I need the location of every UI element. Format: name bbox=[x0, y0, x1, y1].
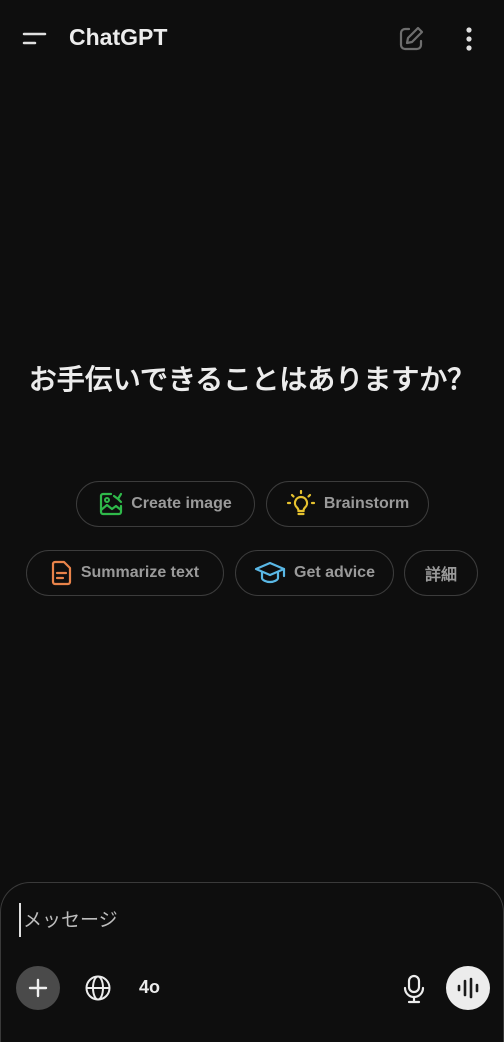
model-selector[interactable]: 4o bbox=[139, 977, 160, 998]
voice-mode-button[interactable] bbox=[446, 966, 490, 1010]
suggestion-label: Create image bbox=[131, 495, 232, 512]
menu-icon bbox=[22, 32, 47, 45]
lightbulb-icon bbox=[286, 490, 315, 516]
suggestion-label: Get advice bbox=[294, 564, 375, 581]
more-options-button[interactable] bbox=[456, 24, 482, 54]
voice-waveform-icon bbox=[457, 977, 479, 999]
suggestion-label: Brainstorm bbox=[323, 495, 410, 512]
suggestion-more[interactable]: 詳細 bbox=[404, 550, 478, 596]
suggestion-brainstorm[interactable]: Brainstorm bbox=[266, 481, 429, 527]
suggestion-create-image[interactable]: Create image bbox=[76, 481, 255, 527]
attach-button[interactable] bbox=[16, 966, 60, 1010]
welcome-headline: お手伝いできることはありますか？ bbox=[28, 363, 476, 396]
web-search-button[interactable] bbox=[84, 974, 112, 1002]
message-input[interactable] bbox=[19, 903, 465, 937]
microphone-button[interactable] bbox=[400, 973, 428, 1005]
suggestion-get-advice[interactable]: Get advice bbox=[235, 550, 394, 596]
microphone-icon bbox=[403, 974, 425, 1004]
edit-icon bbox=[399, 26, 424, 51]
more-vertical-icon bbox=[466, 27, 472, 51]
plus-icon bbox=[28, 978, 48, 998]
new-chat-button[interactable] bbox=[396, 24, 426, 54]
globe-icon bbox=[85, 975, 111, 1001]
menu-button[interactable] bbox=[20, 26, 50, 52]
image-create-icon bbox=[100, 492, 123, 516]
document-icon bbox=[51, 560, 71, 586]
top-bar: ChatGPT bbox=[0, 0, 504, 76]
suggestion-label: 詳細 bbox=[424, 565, 457, 584]
app-title: ChatGPT bbox=[69, 24, 168, 50]
suggestion-label: Summarize text bbox=[80, 564, 200, 581]
suggestion-summarize-text[interactable]: Summarize text bbox=[26, 550, 224, 596]
graduation-cap-icon bbox=[254, 561, 286, 584]
message-composer: 4o bbox=[0, 882, 504, 1042]
